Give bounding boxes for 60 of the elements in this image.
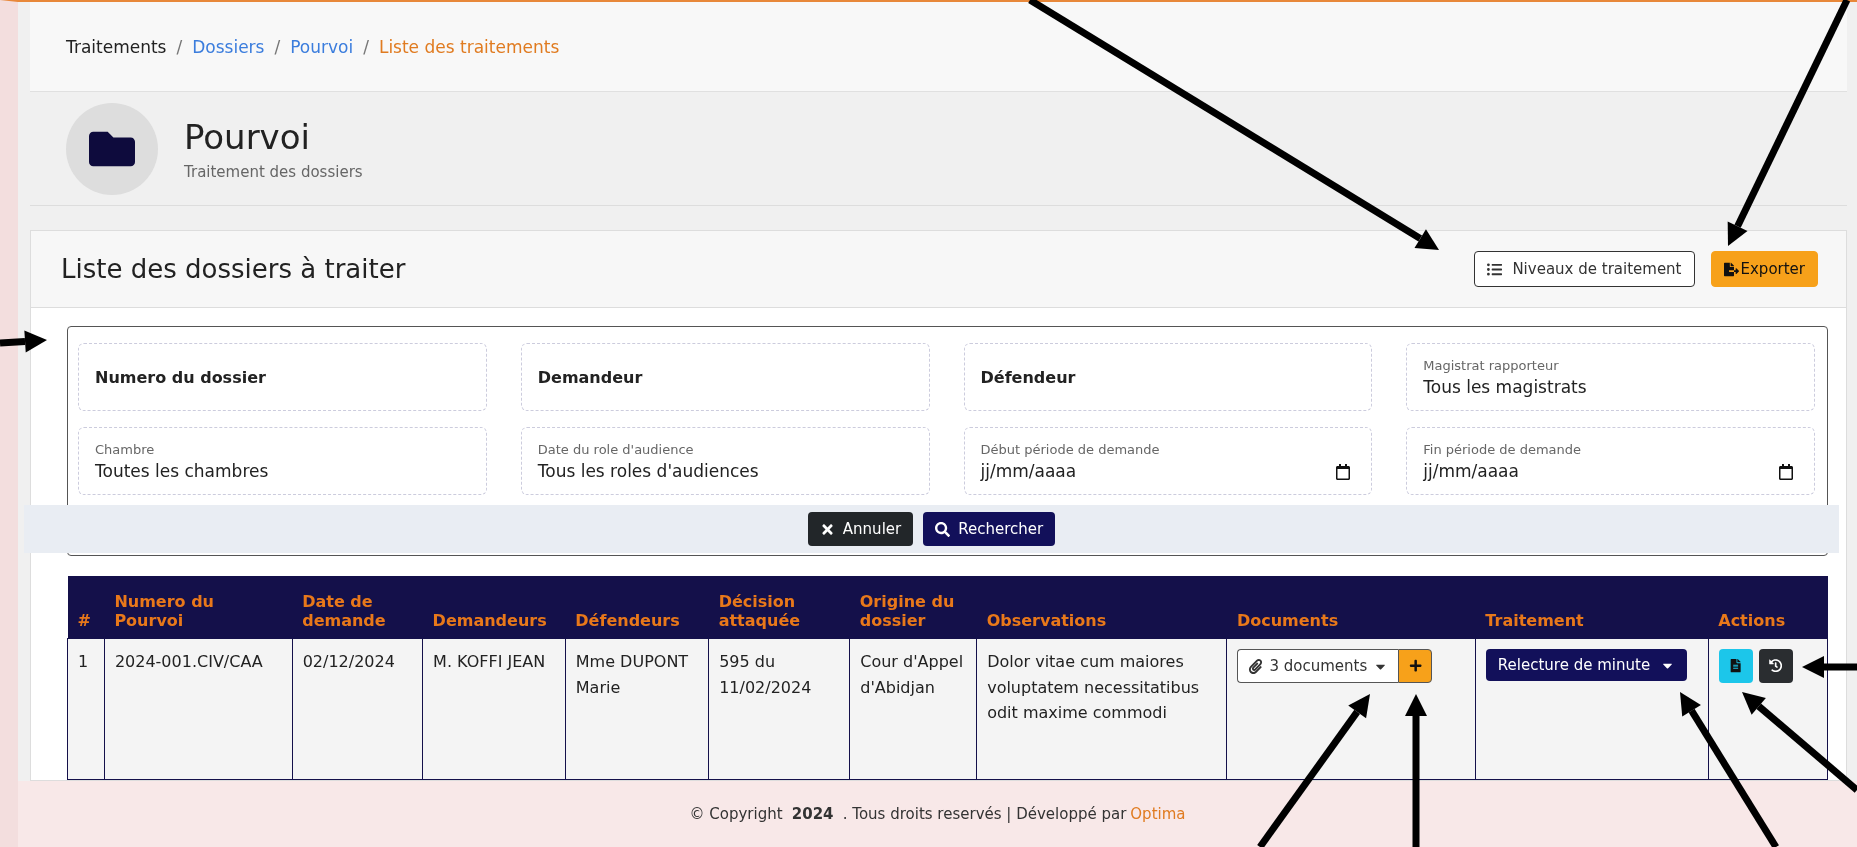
column-header: Date de demande: [292, 576, 423, 639]
export-button[interactable]: Exporter: [1710, 251, 1818, 287]
calendar-icon[interactable]: [1335, 464, 1352, 480]
column-header: Demandeurs: [422, 576, 566, 639]
search-icon: [935, 521, 951, 537]
breadcrumb-separator: /: [274, 36, 281, 57]
column-header: Défendeurs: [565, 576, 709, 639]
column-header: Numero du Pourvoi: [104, 576, 293, 639]
annotation-arrow: [1802, 656, 1857, 678]
table-cell: M. KOFFI JEAN: [422, 638, 566, 780]
column-header: Actions: [1708, 576, 1828, 639]
table-cell: 1: [67, 638, 105, 780]
select-field[interactable]: Magistrat rapporteur Tous les magistrats: [1406, 343, 1815, 411]
document-icon: [1729, 659, 1743, 673]
breadcrumb-link[interactable]: Dossiers: [192, 36, 265, 57]
paperclip-icon: [1248, 658, 1264, 674]
page-subtitle: Traitement des dossiers: [184, 162, 363, 181]
select-field[interactable]: Date du role d'audience Tous les roles d'audiences: [520, 427, 930, 495]
table-cell: Mme DUPONT Marie: [565, 638, 709, 780]
column-header: Décision attaquée: [708, 576, 850, 639]
plus-icon: [1408, 659, 1422, 673]
breadcrumb-item: Traitements: [66, 36, 167, 57]
calendar-icon[interactable]: [1778, 464, 1794, 480]
table-cell: 595 du 11/02/2024: [708, 638, 850, 780]
add-button[interactable]: [1398, 649, 1433, 683]
column-header: Origine du dossier: [849, 576, 977, 639]
documents-dropdown[interactable]: 3 documents: [1237, 649, 1399, 683]
column-header: #: [67, 576, 105, 639]
text-field[interactable]: Demandeur: [520, 343, 930, 411]
card-title: Liste des dossiers à traiter: [61, 254, 406, 284]
footer-text: © Copyright: [689, 805, 783, 823]
table-cell: 2024-001.CIV/CAA: [104, 638, 293, 780]
annotation-arrow: [0, 330, 47, 353]
date-field[interactable]: Fin période de demande jj/mm/aaaa: [1406, 427, 1815, 495]
breadcrumb-link[interactable]: Pourvoi: [290, 36, 354, 57]
column-header: Traitement: [1475, 576, 1709, 639]
breadcrumb-item: Liste des traitements: [378, 36, 560, 57]
text-field[interactable]: Défendeur: [963, 343, 1373, 411]
treatment-dropdown[interactable]: Relecture de minute: [1485, 649, 1688, 681]
history-button[interactable]: [1758, 649, 1793, 683]
table-cell: Dolor vitae cum maiores voluptatem necessitatibus odit maxime commodi: [976, 638, 1227, 780]
date-field[interactable]: Début période de demande jj/mm/aaaa: [963, 427, 1373, 495]
cancel-button[interactable]: Annuler: [807, 512, 914, 546]
select-field[interactable]: Chambre Toutes les chambres: [78, 427, 487, 495]
search-button[interactable]: Rechercher: [923, 512, 1056, 546]
footer-year: 2024: [790, 805, 835, 823]
list-icon: [1487, 261, 1503, 277]
column-header: Observations: [976, 576, 1227, 639]
export-icon: [1723, 261, 1739, 277]
breadcrumb-separator: /: [363, 36, 369, 57]
document-button[interactable]: [1718, 649, 1753, 683]
footer-text: . Tous droits reservés | Développé par: [842, 805, 1127, 823]
page-title: Pourvoi: [184, 116, 311, 157]
history-icon: [1769, 659, 1783, 673]
text-field[interactable]: Numero du dossier: [78, 343, 487, 411]
levels-button[interactable]: Niveaux de traitement: [1474, 251, 1695, 287]
table-cell: 02/12/2024: [292, 638, 423, 780]
breadcrumb-separator: /: [176, 36, 183, 57]
table-cell: Cour d'Appel d'Abidjan: [849, 638, 977, 780]
column-header: Documents: [1226, 576, 1476, 639]
